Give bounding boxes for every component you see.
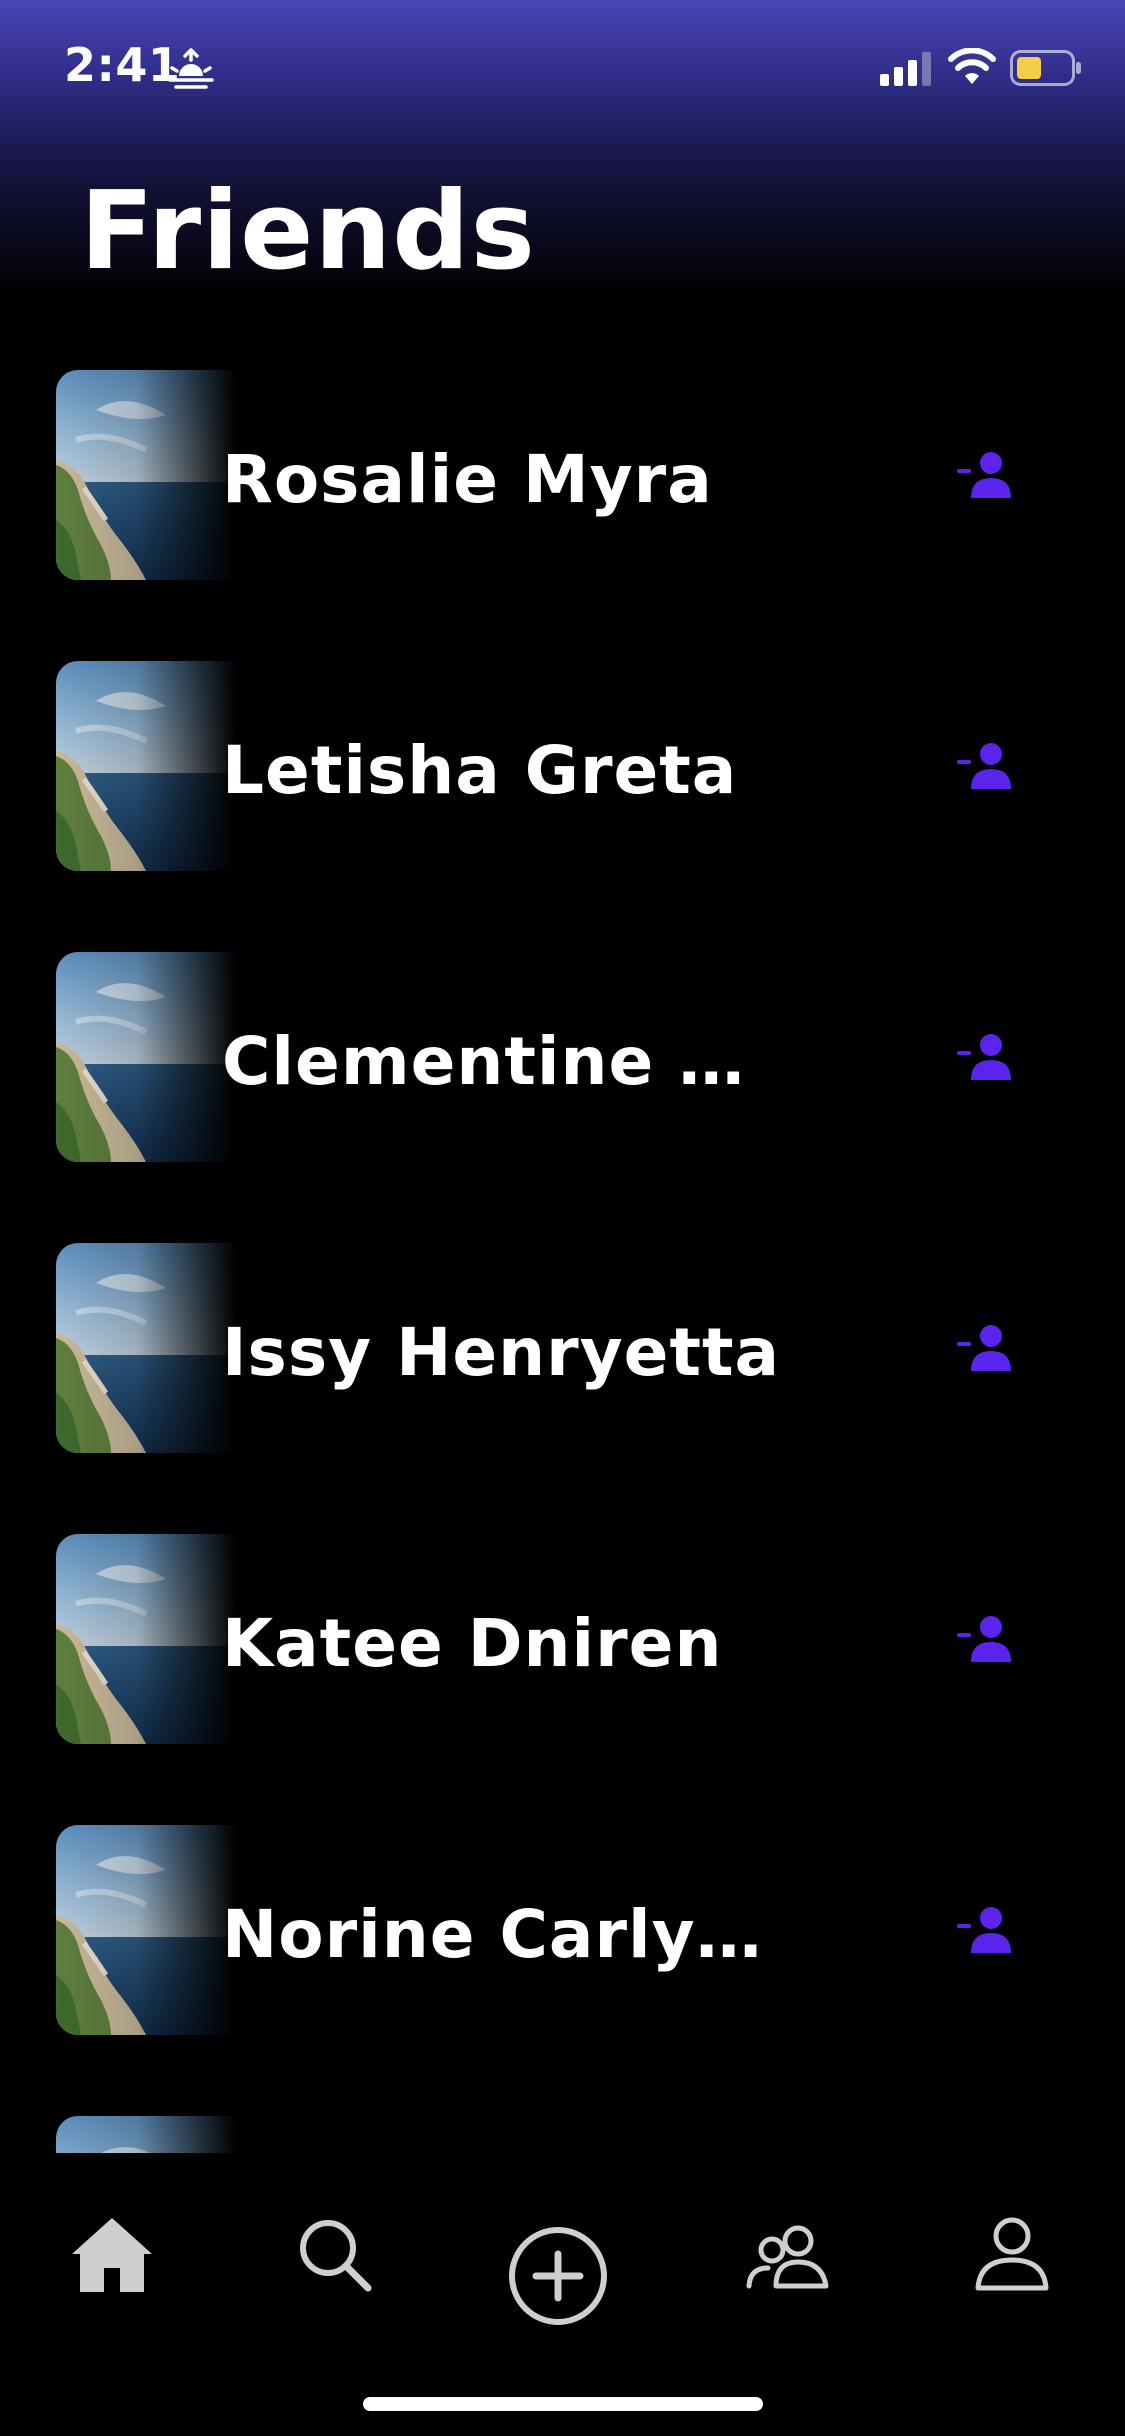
avatar[interactable]: [56, 1534, 236, 1744]
list-item[interactable]: Issy Henryetta: [0, 1241, 1125, 1453]
friends-icon[interactable]: [746, 2224, 830, 2290]
friend-name: Katee Dniren: [222, 1605, 723, 1682]
remove-friend-icon[interactable]: [955, 450, 1015, 500]
battery-icon: [1010, 50, 1081, 86]
add-icon[interactable]: [508, 2226, 608, 2326]
cellular-signal-icon: [880, 52, 931, 86]
search-icon[interactable]: [298, 2218, 372, 2292]
friend-list[interactable]: Rosalie Myra Letisha Greta Clementine M.…: [0, 368, 1125, 2153]
friend-name: Issy Henryetta: [222, 1314, 781, 1391]
avatar[interactable]: [56, 2116, 236, 2153]
remove-friend-icon[interactable]: [955, 1614, 1015, 1664]
wifi-icon: [948, 48, 996, 84]
tab-bar: [0, 2160, 1125, 2436]
remove-friend-icon[interactable]: [955, 1905, 1015, 1955]
profile-icon[interactable]: [974, 2216, 1050, 2292]
list-item[interactable]: Norine Carlynne: [0, 1823, 1125, 2035]
sunrise-icon: [168, 48, 214, 89]
friend-name: Rosalie Myra: [222, 441, 713, 518]
list-item[interactable]: Clementine M...: [0, 950, 1125, 1162]
remove-friend-icon[interactable]: [955, 741, 1015, 791]
remove-friend-icon[interactable]: [955, 1032, 1015, 1082]
remove-friend-icon[interactable]: [955, 1323, 1015, 1373]
list-item[interactable]: [0, 2114, 1125, 2153]
status-bar: 2:41: [0, 0, 1125, 140]
list-item[interactable]: Rosalie Myra: [0, 368, 1125, 580]
avatar[interactable]: [56, 370, 236, 580]
home-icon[interactable]: [70, 2216, 154, 2292]
friend-name: Norine Carlynne: [222, 1896, 782, 1973]
friend-name: Letisha Greta: [222, 732, 738, 809]
page-title: Friends: [80, 169, 536, 294]
avatar[interactable]: [56, 1825, 236, 2035]
avatar[interactable]: [56, 661, 236, 871]
list-item[interactable]: Letisha Greta: [0, 659, 1125, 871]
home-indicator[interactable]: [363, 2397, 763, 2411]
avatar[interactable]: [56, 952, 236, 1162]
friend-name: Clementine M...: [222, 1023, 782, 1100]
status-time: 2:41: [64, 38, 181, 92]
list-item[interactable]: Katee Dniren: [0, 1532, 1125, 1744]
avatar[interactable]: [56, 1243, 236, 1453]
